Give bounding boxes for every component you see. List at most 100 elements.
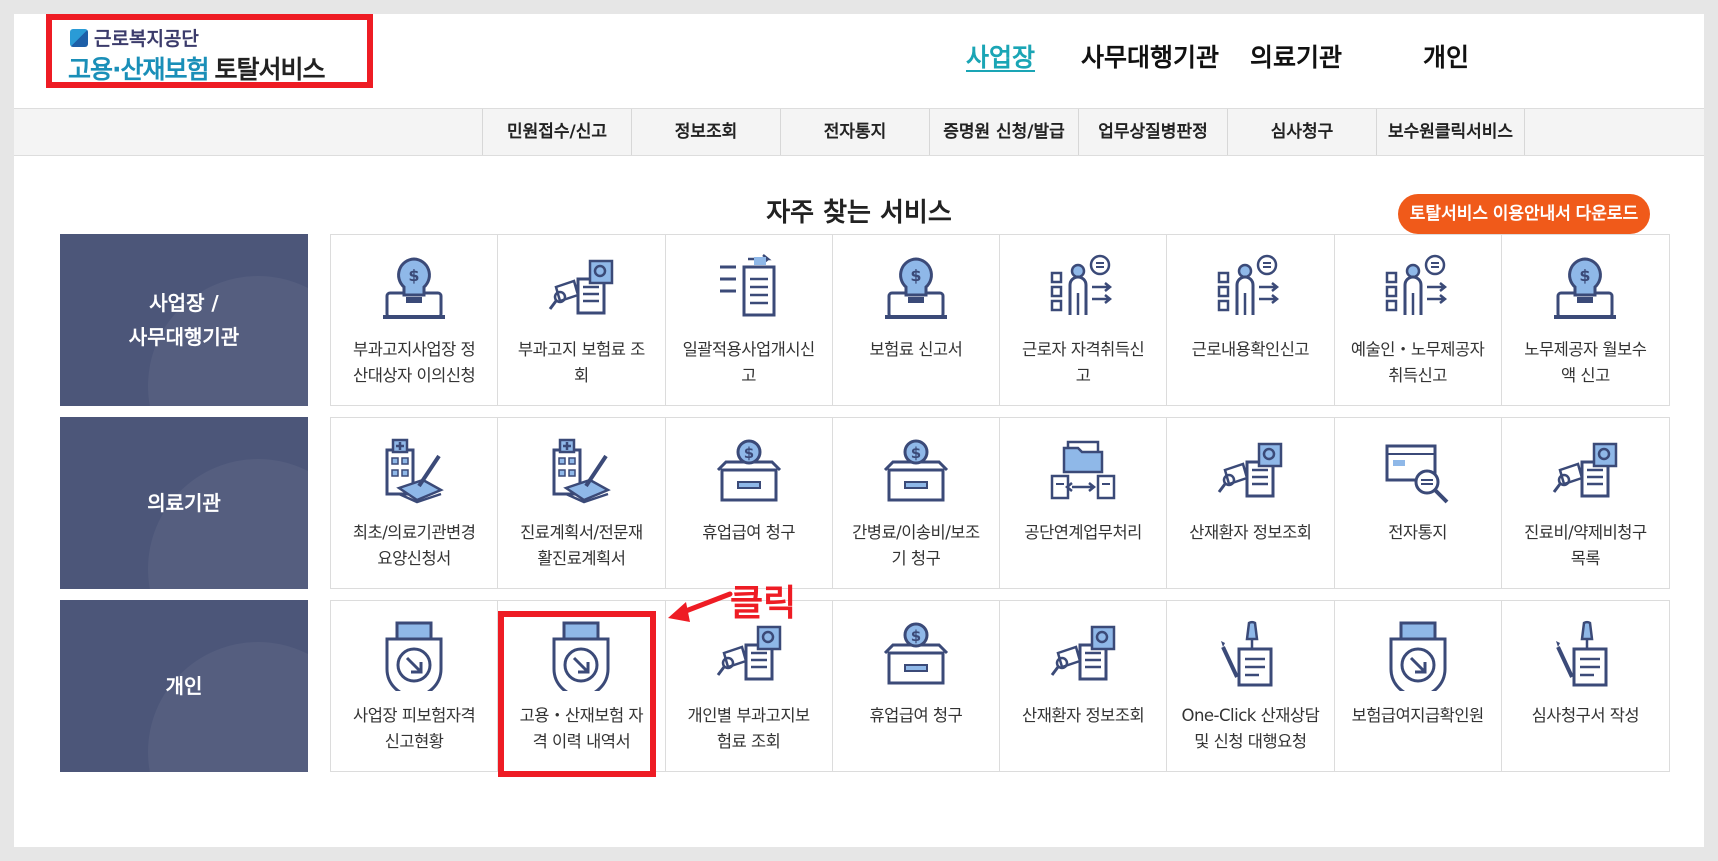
gnb-item[interactable]: 정보조회	[631, 109, 780, 155]
document-search-icon	[1550, 436, 1620, 508]
svg-text:$: $	[911, 444, 921, 462]
service-card-label: 보험료 신고서	[869, 340, 963, 359]
parcel-search-icon	[1383, 436, 1453, 508]
top-nav: 사업장 사무대행기관 의료기관 개인	[14, 38, 1704, 78]
service-card-label: 고용・산재보험 자 격 이력 내역서	[519, 706, 644, 751]
service-card-label: 근로내용확인신고	[1191, 340, 1310, 359]
service-card-label: 일괄적용사업개시신 고	[682, 340, 816, 385]
service-card-label: 예술인・노무제공자 취득신고	[1350, 340, 1485, 385]
gnb-item[interactable]: 심사청구	[1227, 109, 1376, 155]
gnb-item[interactable]: 보수원클릭서비스	[1376, 109, 1525, 155]
money-bulb-icon: $	[881, 253, 951, 325]
row-category-text: 개인	[165, 674, 203, 698]
top-nav-individual[interactable]: 개인	[1423, 38, 1469, 74]
gnb-item[interactable]: 증명원 신청/발급	[929, 109, 1078, 155]
service-card[interactable]: $ 노무제공자 월보수 액 신고	[1501, 235, 1669, 405]
service-card[interactable]: $ 휴업급여 청구	[832, 601, 1000, 771]
svg-text:$: $	[743, 444, 753, 462]
top-nav-agency[interactable]: 사무대행기관	[1081, 38, 1219, 74]
worker-list-icon	[1048, 253, 1118, 325]
row-category-text: 사업장 / 사무대행기관	[128, 291, 240, 349]
svg-text:$: $	[910, 266, 921, 285]
money-bulb-icon: $	[379, 253, 449, 325]
top-nav-workplace[interactable]: 사업장	[966, 38, 1035, 74]
service-card[interactable]: 예술인・노무제공자 취득신고	[1334, 235, 1502, 405]
service-row: 의료기관 최초/의료기관변경 요양신청서 진료계획서/전문재 활진료계획서 $ 휴업급여…	[60, 417, 1670, 589]
service-card-label: 전자통지	[1388, 523, 1447, 542]
service-card-label: 부과고지 보험료 조 회	[517, 340, 645, 385]
money-box-icon: $	[881, 436, 951, 508]
document-search-icon	[1048, 619, 1118, 691]
service-card[interactable]: 고용・산재보험 자 격 이력 내역서	[498, 601, 666, 771]
service-card-label: 개인별 부과고지보 험료 조회	[687, 706, 811, 751]
service-card[interactable]: $ 보험료 신고서	[832, 235, 1000, 405]
hospital-pen-icon	[379, 436, 449, 508]
service-card-label: 산재환자 정보조회	[1189, 523, 1312, 542]
svg-text:$: $	[1580, 266, 1591, 285]
gnb-item[interactable]: 민원접수/신고	[482, 109, 631, 155]
service-card[interactable]: $ 부과고지사업장 정 산대상자 이의신청	[331, 235, 499, 405]
hospital-pen-icon	[546, 436, 616, 508]
print-download-icon	[379, 619, 449, 698]
service-card[interactable]: 근로자 자격취득신 고	[1000, 235, 1168, 405]
service-cards: 사업장 피보험자격 신고현황 고용・산재보험 자 격 이력 내역서 개인별 부과고지…	[330, 600, 1670, 772]
service-card[interactable]: 사업장 피보험자격 신고현황	[331, 601, 499, 771]
service-card[interactable]: 근로내용확인신고	[1167, 235, 1335, 405]
service-card-label: 공단연계업무처리	[1024, 523, 1142, 542]
row-category-label: 의료기관	[60, 417, 308, 589]
row-category-label: 개인	[60, 600, 308, 772]
service-card[interactable]: $ 휴업급여 청구	[665, 418, 833, 588]
document-search-icon	[1215, 436, 1285, 508]
pointer-arrow-icon	[668, 591, 733, 622]
money-box-icon: $	[881, 619, 951, 691]
service-card[interactable]: 최초/의료기관변경 요양신청서	[331, 418, 499, 588]
service-card[interactable]: $ 간병료/이송비/보조 기 청구	[832, 418, 1000, 588]
svg-text:$: $	[911, 627, 921, 645]
service-card[interactable]: 일괄적용사업개시신 고	[665, 235, 833, 405]
service-card-label: 휴업급여 청구	[869, 706, 963, 725]
money-bulb-icon: $	[1550, 253, 1620, 325]
service-card[interactable]: 심사청구서 작성	[1501, 601, 1669, 771]
gnb-item[interactable]: 업무상질병판정	[1078, 109, 1227, 155]
click-annotation: 클릭	[730, 583, 797, 624]
service-card[interactable]: 전자통지	[1334, 418, 1502, 588]
service-card[interactable]: 진료계획서/전문재 활진료계획서	[498, 418, 666, 588]
svg-text:$: $	[409, 266, 420, 285]
gnb-item[interactable]: 전자통지	[780, 109, 929, 155]
service-card-label: 노무제공자 월보수 액 신고	[1524, 340, 1647, 385]
pin-document-icon	[1550, 619, 1620, 691]
document-search-icon	[714, 619, 784, 691]
service-card-label: One-Click 산재상담 및 신청 대행요청	[1181, 706, 1320, 751]
service-card-label: 산재환자 정보조회	[1022, 706, 1145, 725]
service-card-label: 간병료/이송비/보조 기 청구	[852, 523, 980, 568]
pin-document-icon	[1215, 619, 1285, 691]
service-row: 사업장 / 사무대행기관 $ 부과고지사업장 정 산대상자 이의신청 부과고지 보험료…	[60, 234, 1670, 406]
print-download-icon	[1383, 619, 1453, 698]
document-search-icon	[546, 253, 616, 325]
guide-download-button[interactable]: 토탈서비스 이용안내서 다운로드	[1398, 194, 1650, 234]
worker-list-icon	[1383, 253, 1453, 325]
service-card-label: 부과고지사업장 정 산대상자 이의신청	[353, 340, 476, 385]
service-card[interactable]: One-Click 산재상담 및 신청 대행요청	[1167, 601, 1335, 771]
service-card[interactable]: 공단연계업무처리	[1000, 418, 1168, 588]
money-box-icon: $	[714, 436, 784, 508]
service-card-label: 진료계획서/전문재 활진료계획서	[520, 523, 643, 568]
gnb: 민원접수/신고 정보조회 전자통지 증명원 신청/발급 업무상질병판정 심사청구…	[14, 108, 1704, 156]
worker-list-icon	[1215, 253, 1285, 325]
header: 근로복지공단 고용·산재보험 토탈서비스 사업장 사무대행기관 의료기관 개인	[14, 14, 1704, 108]
service-card[interactable]: 진료비/약제비청구 목록	[1501, 418, 1669, 588]
service-card[interactable]: 부과고지 보험료 조 회	[498, 235, 666, 405]
service-cards: $ 부과고지사업장 정 산대상자 이의신청 부과고지 보험료 조 회 일괄적용사업개시…	[330, 234, 1670, 406]
row-category-text: 의료기관	[147, 491, 221, 515]
service-cards: 최초/의료기관변경 요양신청서 진료계획서/전문재 활진료계획서 $ 휴업급여 청구 $…	[330, 417, 1670, 589]
service-card-label: 보험급여지급확인원	[1351, 706, 1485, 725]
service-card-label: 진료비/약제비청구 목록	[1524, 523, 1647, 568]
service-card[interactable]: 보험급여지급확인원	[1334, 601, 1502, 771]
service-card[interactable]: 산재환자 정보조회	[1167, 418, 1335, 588]
service-card-label: 휴업급여 청구	[702, 523, 796, 542]
service-card-label: 근로자 자격취득신 고	[1022, 340, 1145, 385]
top-nav-medical[interactable]: 의료기관	[1250, 38, 1342, 74]
service-card[interactable]: 산재환자 정보조회	[1000, 601, 1168, 771]
service-card-label: 심사청구서 작성	[1531, 706, 1640, 725]
page: 근로복지공단 고용·산재보험 토탈서비스 사업장 사무대행기관 의료기관 개인 민…	[14, 14, 1704, 847]
